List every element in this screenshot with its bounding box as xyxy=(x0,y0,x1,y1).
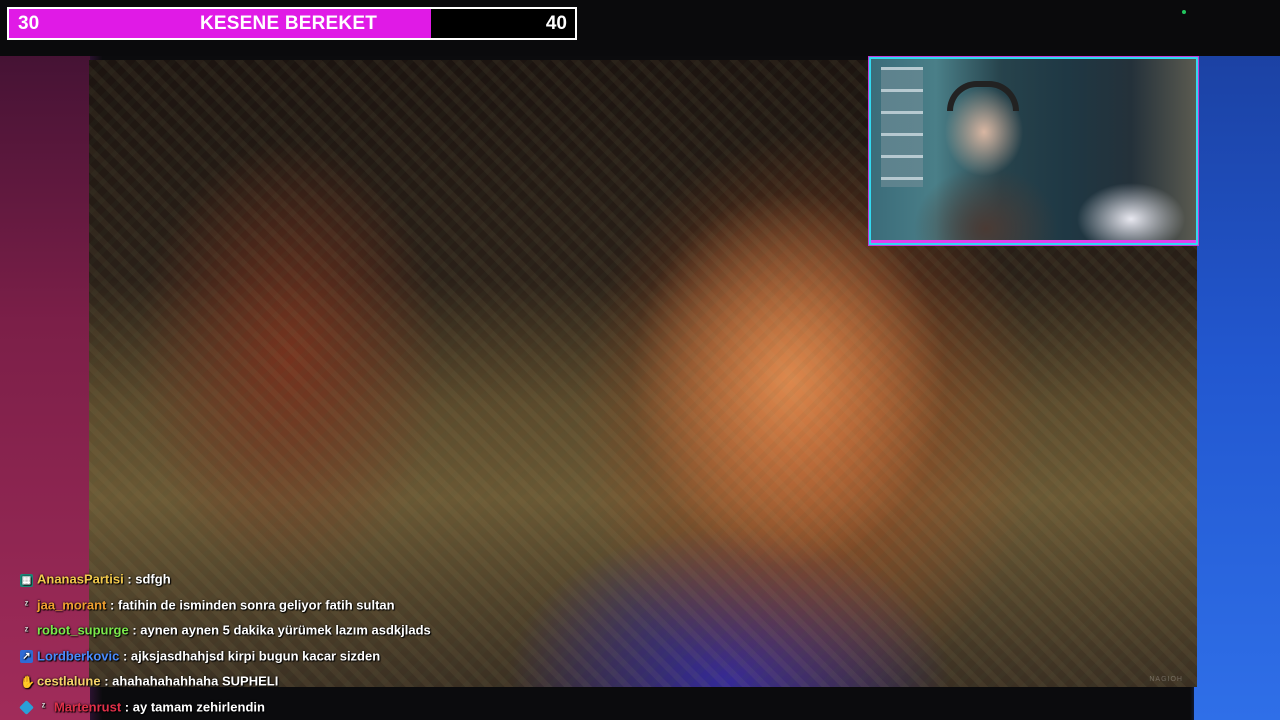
goal-start-value: 30 xyxy=(18,13,40,34)
sleep-icon: ᶻ xyxy=(41,701,46,714)
webcam-bookshelf xyxy=(881,67,923,187)
chat-username[interactable]: Lordberkovic xyxy=(37,648,119,663)
chat-separator: : xyxy=(119,648,131,664)
chat-message: ᶻ robot_supurge : aynen aynen 5 dakika yü… xyxy=(20,619,580,645)
chat-badges: ᶻ xyxy=(20,594,37,616)
chat-username[interactable]: cestlalune xyxy=(37,674,101,689)
stream-layout: NAGIOH KESENE BEREKET 30 40 ▦ AnanasParti… xyxy=(0,0,1280,720)
chat-badges: ᶻ xyxy=(19,696,54,718)
chat-message-text: sdfgh xyxy=(135,571,171,587)
chat-separator: : xyxy=(100,673,113,689)
headphones-icon xyxy=(947,81,1019,111)
chat-separator: : xyxy=(121,699,133,715)
goal-end-value: 40 xyxy=(545,13,567,34)
chat-message-text: ay tamam zehirlendin xyxy=(132,699,265,715)
chat-message: ᶻ jaa_morant : fatihin de isminden sonra … xyxy=(20,594,580,620)
prime-icon: ↗ xyxy=(20,650,33,664)
right-background-panel xyxy=(1194,0,1280,720)
sleep-icon: ᶻ xyxy=(24,599,29,612)
sleep-icon: ᶻ xyxy=(24,624,29,637)
chat-overlay: ▦ AnanasPartisi : sdfgh ᶻ jaa_morant : fati… xyxy=(19,568,580,720)
live-status-dot xyxy=(1182,10,1186,14)
chat-badges: ✋ xyxy=(20,671,37,693)
chat-message: ✋ cestlalune : ahahahahahhaha SUPHELI xyxy=(20,670,580,696)
chat-separator: : xyxy=(128,622,141,638)
chat-badges: ▦ xyxy=(20,569,37,591)
chat-message-text: ahahahahahhaha SUPHELI xyxy=(112,673,279,689)
webcam-overlay xyxy=(869,57,1198,245)
cube-icon xyxy=(19,700,34,715)
goal-progress-bar: KESENE BEREKET 30 40 xyxy=(7,7,577,40)
chat-message: ▦ AnanasPartisi : sdfgh xyxy=(20,568,580,594)
subscriber-icon: ▦ xyxy=(20,573,33,587)
chat-message-text: fatihin de isminden sonra geliyor fatih … xyxy=(117,597,395,613)
chat-username[interactable]: Martenrust xyxy=(54,699,121,714)
chat-message-text: aynen aynen 5 dakika yürümek lazım asdkj… xyxy=(140,622,431,638)
chat-message: ↗ Lordberkovic : ajksjasdhahjsd kirpi bug… xyxy=(20,645,580,671)
chat-separator: : xyxy=(106,597,118,613)
chat-badges: ↗ xyxy=(20,645,37,667)
chat-separator: : xyxy=(123,571,136,587)
chat-badges: ᶻ xyxy=(20,620,37,642)
chat-username[interactable]: robot_supurge xyxy=(37,623,129,638)
chat-message: ᶻ Martenrust : ay tamam zehirlendin xyxy=(19,696,580,720)
chat-username[interactable]: jaa_morant xyxy=(37,597,106,612)
video-watermark: NAGIOH xyxy=(1149,676,1183,683)
chat-message-text: ajksjasdhahjsd kirpi bugun kacar sizden xyxy=(130,648,381,664)
goal-title: KESENE BEREKET xyxy=(200,13,378,34)
chat-username[interactable]: AnanasPartisi xyxy=(37,572,124,587)
hand-icon: ✋ xyxy=(20,674,35,689)
